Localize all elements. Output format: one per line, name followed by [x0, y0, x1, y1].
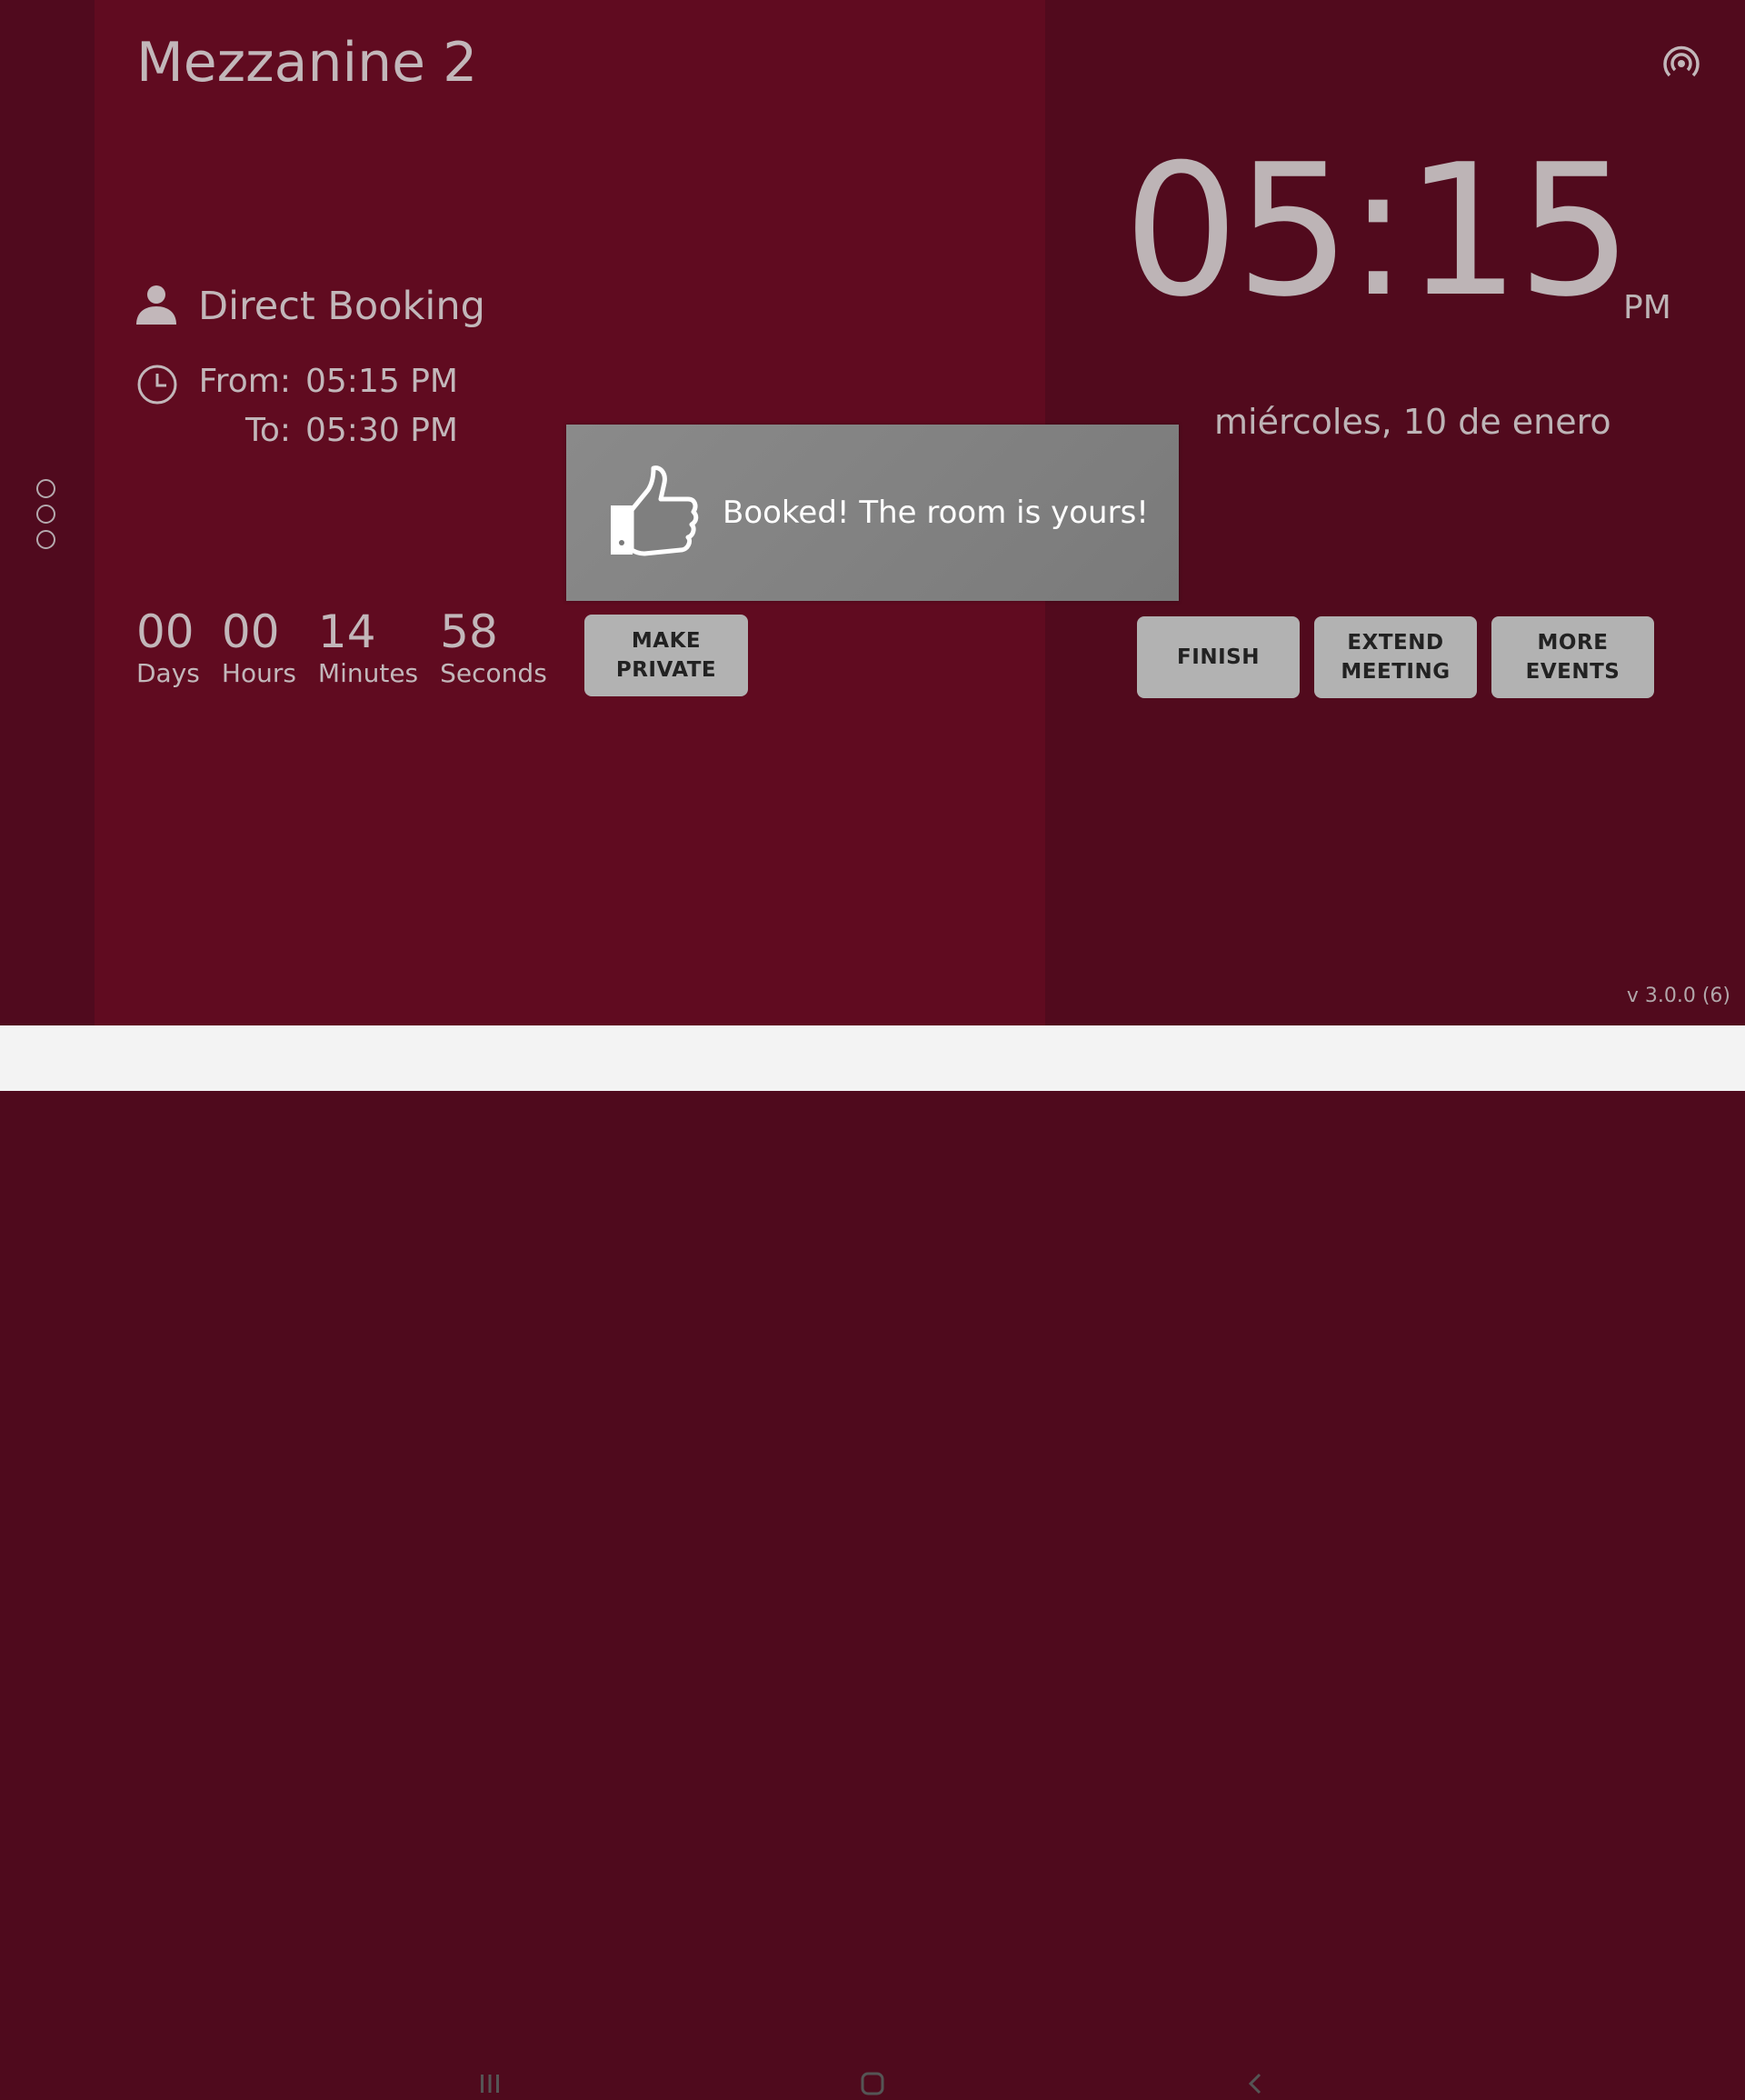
organizer-name: Direct Booking: [198, 284, 485, 329]
countdown-minutes-value: 14: [317, 605, 376, 658]
broadcast-icon: [1660, 42, 1703, 89]
more-events-label-line2: EVENTS: [1525, 660, 1620, 684]
more-options-icon[interactable]: [36, 479, 58, 555]
to-time: 05:30 PM: [305, 411, 458, 449]
countdown-hours-value: 00: [221, 605, 280, 658]
organizer-row: Direct Booking: [135, 284, 485, 329]
app-version: v 3.0.0 (6): [1626, 985, 1730, 1007]
booking-confirmation-toast: Booked! The room is yours!: [566, 425, 1179, 601]
countdown-days: 00 Days: [136, 609, 200, 688]
countdown-minutes-label: Minutes: [317, 658, 419, 688]
current-date: miércoles, 10 de enero: [1214, 402, 1611, 442]
to-label: To:: [244, 411, 291, 449]
am-pm-indicator: PM: [1623, 289, 1671, 326]
back-icon[interactable]: [1243, 2071, 1267, 2100]
system-nav-bar: [0, 1025, 1745, 2095]
dot: [36, 530, 55, 549]
from-label: From:: [198, 362, 291, 400]
room-title: Mezzanine 2: [136, 31, 478, 95]
booking-times: From: 05:15 PM To: 05:30 PM: [135, 356, 458, 455]
dot: [36, 505, 55, 524]
countdown-seconds-label: Seconds: [440, 658, 547, 688]
countdown-seconds-value: 58: [440, 605, 498, 658]
to-row: To: 05:30 PM: [135, 405, 458, 455]
more-events-button[interactable]: MORE EVENTS: [1491, 616, 1654, 698]
extend-meeting-button[interactable]: EXTEND MEETING: [1314, 616, 1477, 698]
countdown-hours: 00 Hours: [222, 609, 296, 688]
person-icon: [135, 285, 178, 328]
more-events-label-line1: MORE: [1537, 630, 1609, 655]
countdown: 00 Days 00 Hours 14 Minutes 58 Seconds: [136, 609, 569, 688]
current-time: 05:15: [1123, 125, 1632, 337]
extend-label-line1: EXTEND: [1347, 630, 1444, 655]
recent-apps-icon[interactable]: [478, 2071, 502, 2100]
sidebar: [0, 0, 95, 1025]
from-row: From: 05:15 PM: [135, 356, 458, 405]
countdown-days-label: Days: [136, 658, 200, 688]
from-time: 05:15 PM: [305, 362, 458, 400]
make-private-button[interactable]: MAKE PRIVATE: [584, 615, 748, 696]
thumbs-up-icon: [608, 463, 699, 563]
finish-button[interactable]: FINISH: [1137, 616, 1300, 698]
home-icon[interactable]: [860, 2071, 885, 2100]
countdown-days-value: 00: [136, 605, 194, 658]
dot: [36, 479, 55, 498]
countdown-minutes: 14 Minutes: [318, 609, 418, 688]
make-private-label-line2: PRIVATE: [615, 658, 717, 682]
countdown-seconds: 58 Seconds: [440, 609, 547, 688]
extend-label-line2: MEETING: [1341, 660, 1451, 684]
finish-label: FINISH: [1177, 645, 1260, 669]
toast-message: Booked! The room is yours!: [723, 495, 1149, 531]
countdown-hours-label: Hours: [221, 658, 296, 688]
make-private-label-line1: MAKE: [631, 628, 702, 653]
